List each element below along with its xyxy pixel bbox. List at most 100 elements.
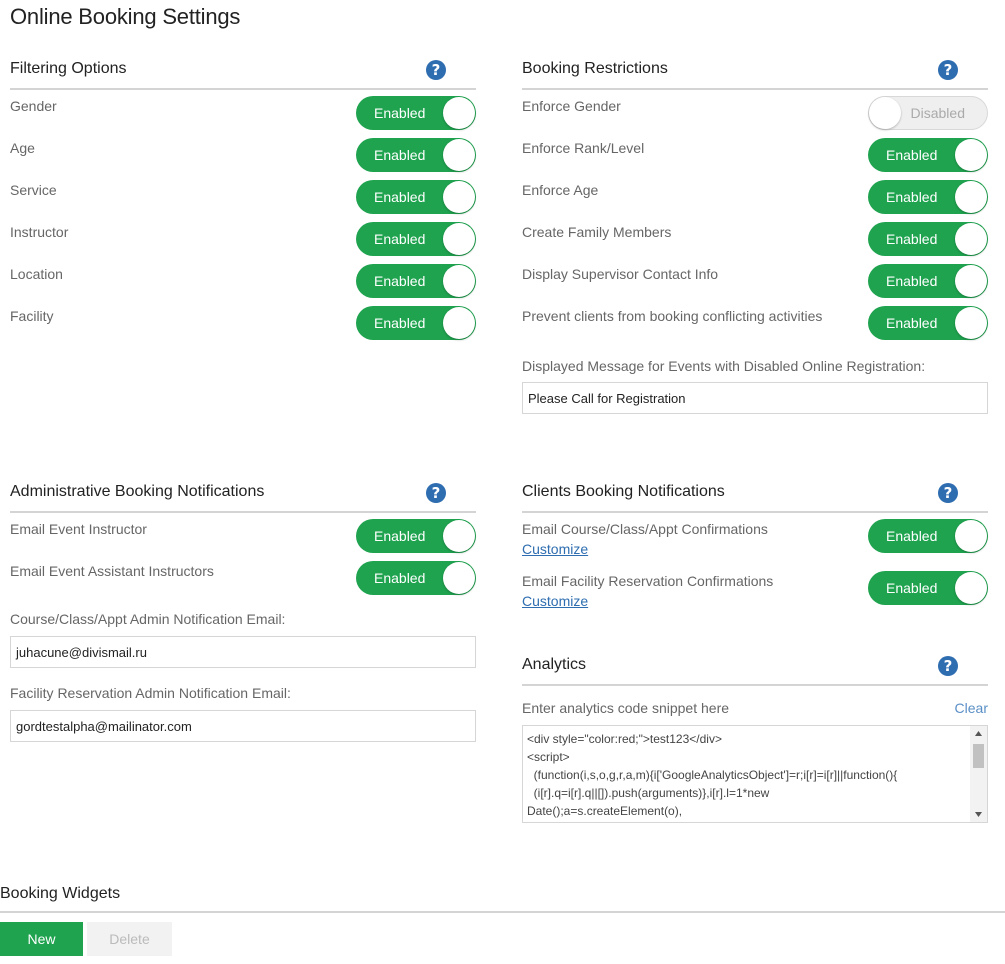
supervisor-info-toggle[interactable]: Enabled [868, 264, 988, 298]
setting-row-gender: Gender Enabled [10, 90, 476, 132]
toggle-knob [443, 265, 475, 297]
toggle-knob [443, 223, 475, 255]
booking-restrictions-panel: Booking Restrictions ? Enforce Gender Di… [522, 52, 988, 422]
enforce-rank-toggle[interactable]: Enabled [868, 138, 988, 172]
scrollbar-thumb [973, 744, 984, 768]
toggle-knob [443, 97, 475, 129]
setting-label: Facility [10, 308, 54, 324]
clear-link[interactable]: Clear [955, 700, 988, 716]
email-instructor-toggle[interactable]: Enabled [356, 519, 476, 553]
toggle-state: Enabled [886, 189, 938, 205]
setting-label: Age [10, 140, 35, 156]
age-toggle[interactable]: Enabled [356, 138, 476, 172]
delete-widget-button[interactable]: Delete [87, 922, 172, 956]
gender-toggle[interactable]: Enabled [356, 96, 476, 130]
facility-email-input[interactable]: gordtestalpha@mailinator.com [10, 710, 476, 742]
arrow-down-icon [975, 812, 982, 817]
toggle-knob [443, 562, 475, 594]
setting-label: Create Family Members [522, 224, 672, 240]
email-assistants-toggle[interactable]: Enabled [356, 561, 476, 595]
new-widget-button[interactable]: New [0, 922, 83, 956]
panel-header: Clients Booking Notifications ? [522, 475, 988, 513]
toggle-knob [955, 265, 987, 297]
vertical-scrollbar[interactable] [970, 726, 987, 822]
customize-link[interactable]: Customize [522, 593, 588, 609]
instructor-toggle[interactable]: Enabled [356, 222, 476, 256]
disabled-registration-message-label: Displayed Message for Events with Disabl… [522, 358, 926, 374]
toggle-state: Enabled [886, 580, 938, 596]
toggle-knob [443, 139, 475, 171]
code-line: Date();a=s.createElement(o), [527, 804, 683, 818]
setting-label: Display Supervisor Contact Info [522, 266, 719, 282]
setting-label: Email Event Assistant Instructors [10, 563, 214, 579]
toggle-state: Enabled [374, 231, 426, 247]
facility-confirmations-toggle[interactable]: Enabled [868, 571, 988, 605]
help-icon[interactable]: ? [426, 60, 446, 80]
help-icon[interactable]: ? [426, 483, 446, 503]
setting-row-location: Location Enabled [10, 258, 476, 300]
arrow-up-icon [975, 731, 982, 736]
facility-toggle[interactable]: Enabled [356, 306, 476, 340]
toggle-state: Enabled [374, 147, 426, 163]
setting-label: Email Event Instructor [10, 521, 147, 537]
setting-row-email-instructor: Email Event Instructor Enabled [10, 513, 476, 555]
booking-widgets-header: Booking Widgets [0, 877, 1005, 913]
toggle-state: Enabled [886, 273, 938, 289]
setting-row-instructor: Instructor Enabled [10, 216, 476, 258]
scrollbar-graphic [973, 731, 984, 817]
help-icon[interactable]: ? [938, 60, 958, 80]
setting-label: Prevent clients from booking conflicting… [522, 308, 823, 324]
code-line: <script> [527, 750, 570, 764]
toggle-knob [955, 520, 987, 552]
panel-title: Administrative Booking Notifications [10, 483, 265, 500]
setting-row-facility: Facility Enabled [10, 300, 476, 342]
disabled-registration-message-input[interactable]: Please Call for Registration [522, 382, 988, 414]
code-line: (function(i,s,o,g,r,a,m){i['GoogleAnalyt… [527, 768, 898, 782]
toggle-state: Disabled [910, 105, 965, 121]
panel-header: Filtering Options ? [10, 52, 476, 90]
help-icon[interactable]: ? [938, 483, 958, 503]
toggle-knob [955, 572, 987, 604]
location-toggle[interactable]: Enabled [356, 264, 476, 298]
help-icon[interactable]: ? [938, 656, 958, 676]
enforce-age-toggle[interactable]: Enabled [868, 180, 988, 214]
toggle-knob [869, 97, 901, 129]
toggle-knob [955, 181, 987, 213]
panel-title: Clients Booking Notifications [522, 483, 725, 500]
service-toggle[interactable]: Enabled [356, 180, 476, 214]
toggle-knob [443, 181, 475, 213]
course-email-input[interactable]: juhacune@divismail.ru [10, 636, 476, 668]
toggle-knob [955, 307, 987, 339]
analytics-code-textarea[interactable]: <div style="color:red;">test123</div> <s… [522, 725, 988, 823]
setting-label: Instructor [10, 224, 69, 240]
toggle-state: Enabled [886, 147, 938, 163]
facility-email-label: Facility Reservation Admin Notification … [10, 685, 291, 701]
panel-header: Booking Restrictions ? [522, 52, 988, 90]
toggle-state: Enabled [886, 315, 938, 331]
toggle-state: Enabled [374, 105, 426, 121]
toggle-knob [443, 520, 475, 552]
setting-row-conflicting-activities: Prevent clients from booking conflicting… [522, 300, 988, 342]
conflicting-activities-toggle[interactable]: Enabled [868, 306, 988, 340]
code-line: <div style="color:red;">test123</div> [527, 732, 722, 746]
filtering-rows: Gender Enabled Age Enabled Service Enabl… [10, 90, 476, 342]
setting-row-age: Age Enabled [10, 132, 476, 174]
booking-widgets-title: Booking Widgets [0, 885, 121, 902]
panel-title: Analytics [522, 656, 587, 673]
enforce-gender-toggle[interactable]: Disabled [868, 96, 988, 130]
customize-link[interactable]: Customize [522, 541, 588, 557]
setting-row-facility-confirmations: Email Facility Reservation Confirmations… [522, 565, 988, 617]
panel-title: Filtering Options [10, 60, 127, 77]
toggle-state: Enabled [374, 273, 426, 289]
family-members-toggle[interactable]: Enabled [868, 222, 988, 256]
toggle-state: Enabled [886, 231, 938, 247]
setting-row-course-confirmations: Email Course/Class/Appt Confirmations Cu… [522, 513, 988, 565]
setting-row-enforce-rank: Enforce Rank/Level Enabled [522, 132, 988, 174]
toggle-state: Enabled [374, 189, 426, 205]
admin-notifications-panel: Administrative Booking Notifications ? E… [10, 475, 476, 745]
analytics-panel: Analytics ? Enter analytics code snippet… [522, 648, 988, 828]
setting-label: Service [10, 182, 57, 198]
toggle-knob [955, 139, 987, 171]
course-confirmations-toggle[interactable]: Enabled [868, 519, 988, 553]
toggle-state: Enabled [886, 528, 938, 544]
